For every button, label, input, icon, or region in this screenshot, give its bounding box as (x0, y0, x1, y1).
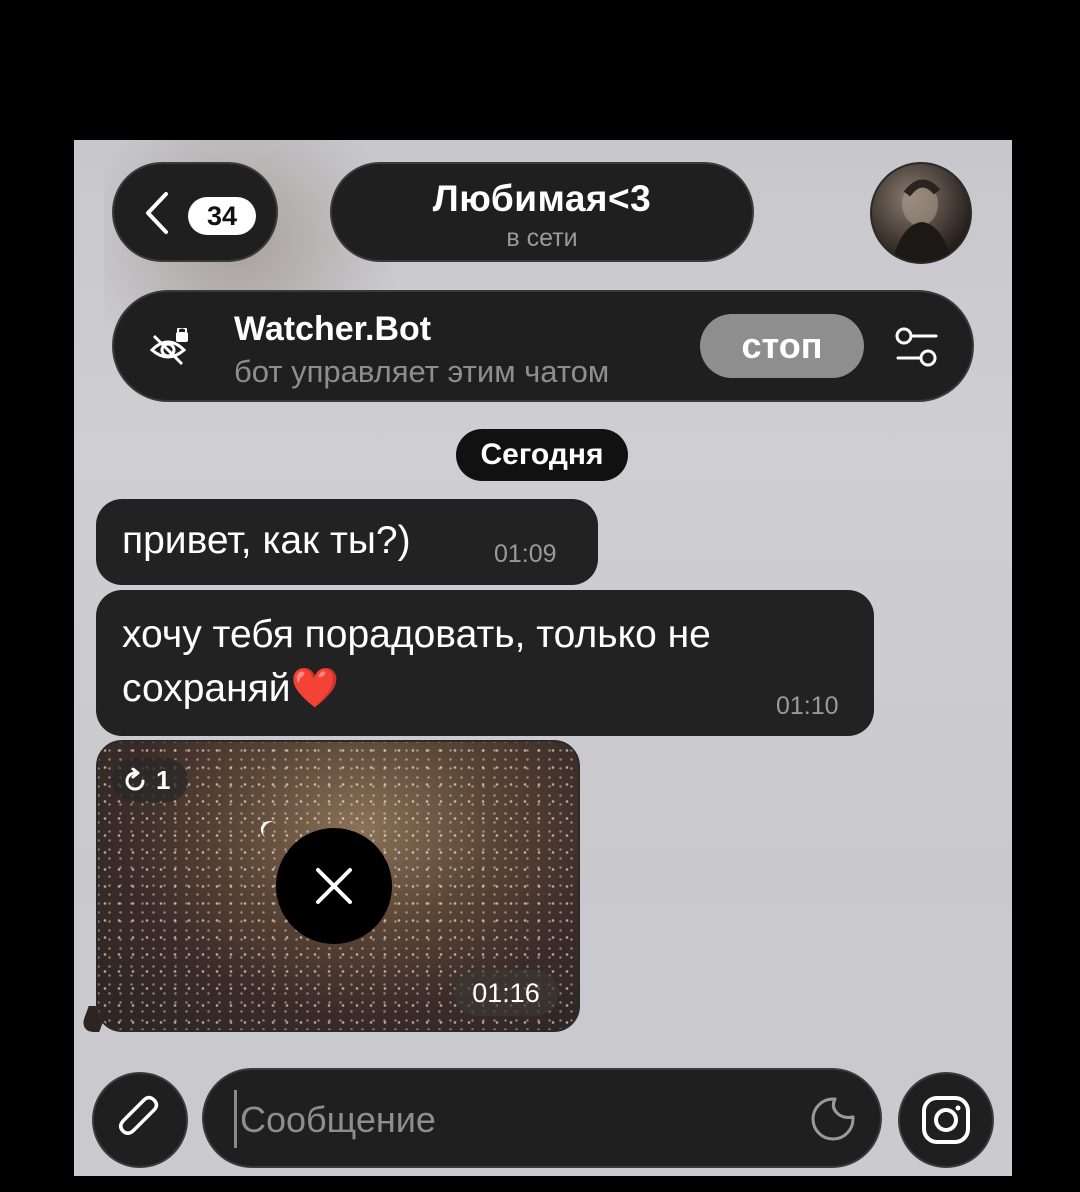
chat-title: Любимая<3 (432, 178, 652, 219)
chat-screen: 34 Любимая<3 в сети Watcher.Bot бот упра… (74, 140, 1012, 1176)
attach-button[interactable] (92, 1072, 188, 1168)
message-text: привет, как ты?) (122, 519, 411, 562)
sticker-icon[interactable] (810, 1096, 856, 1142)
message-bubble[interactable]: хочу тебя порадовать, только не сохраняй… (96, 590, 874, 736)
cancel-download-button[interactable] (276, 828, 392, 944)
bot-name: Watcher.Bot (234, 310, 432, 348)
paperclip-icon (119, 1095, 159, 1135)
chat-title-pill[interactable]: Любимая<3 в сети (330, 162, 754, 262)
message-time: 01:10 (776, 692, 839, 720)
refresh-icon (125, 768, 145, 791)
view-once-badge: 1 (112, 758, 188, 802)
heart-emoji: ❤️ (290, 667, 340, 710)
stop-button[interactable]: стоп (700, 314, 864, 378)
date-separator: Сегодня (456, 429, 628, 481)
view-once-media[interactable]: 1 01:16 (96, 740, 580, 1032)
avatar[interactable] (870, 162, 972, 264)
bot-description: бот управляет этим чатом (234, 354, 610, 389)
message-text: хочу тебя порадовать, только не сохраняй… (122, 608, 862, 716)
text-caret (234, 1090, 237, 1148)
message-text-body: хочу тебя порадовать, только не сохраняй (122, 613, 711, 710)
message-input[interactable] (238, 1090, 802, 1150)
media-time: 01:16 (454, 970, 558, 1016)
back-button[interactable]: 34 (112, 162, 278, 262)
eye-off-lock-icon (149, 328, 188, 366)
unread-count-badge: 34 (188, 197, 256, 235)
message-bubble[interactable]: привет, как ты?) 01:09 (96, 499, 598, 585)
sliders-icon[interactable] (894, 326, 940, 370)
message-composer[interactable] (202, 1068, 882, 1168)
close-icon (316, 868, 352, 904)
bot-bar: Watcher.Bot бот управляет этим чатом сто… (112, 290, 974, 402)
message-time: 01:09 (494, 540, 557, 568)
instagram-camera-icon (922, 1096, 970, 1144)
camera-button[interactable] (898, 1072, 994, 1168)
avatar-image (892, 179, 952, 262)
chat-status: в сети (506, 224, 578, 252)
chevron-left-icon (146, 192, 168, 234)
view-count: 1 (156, 765, 171, 795)
